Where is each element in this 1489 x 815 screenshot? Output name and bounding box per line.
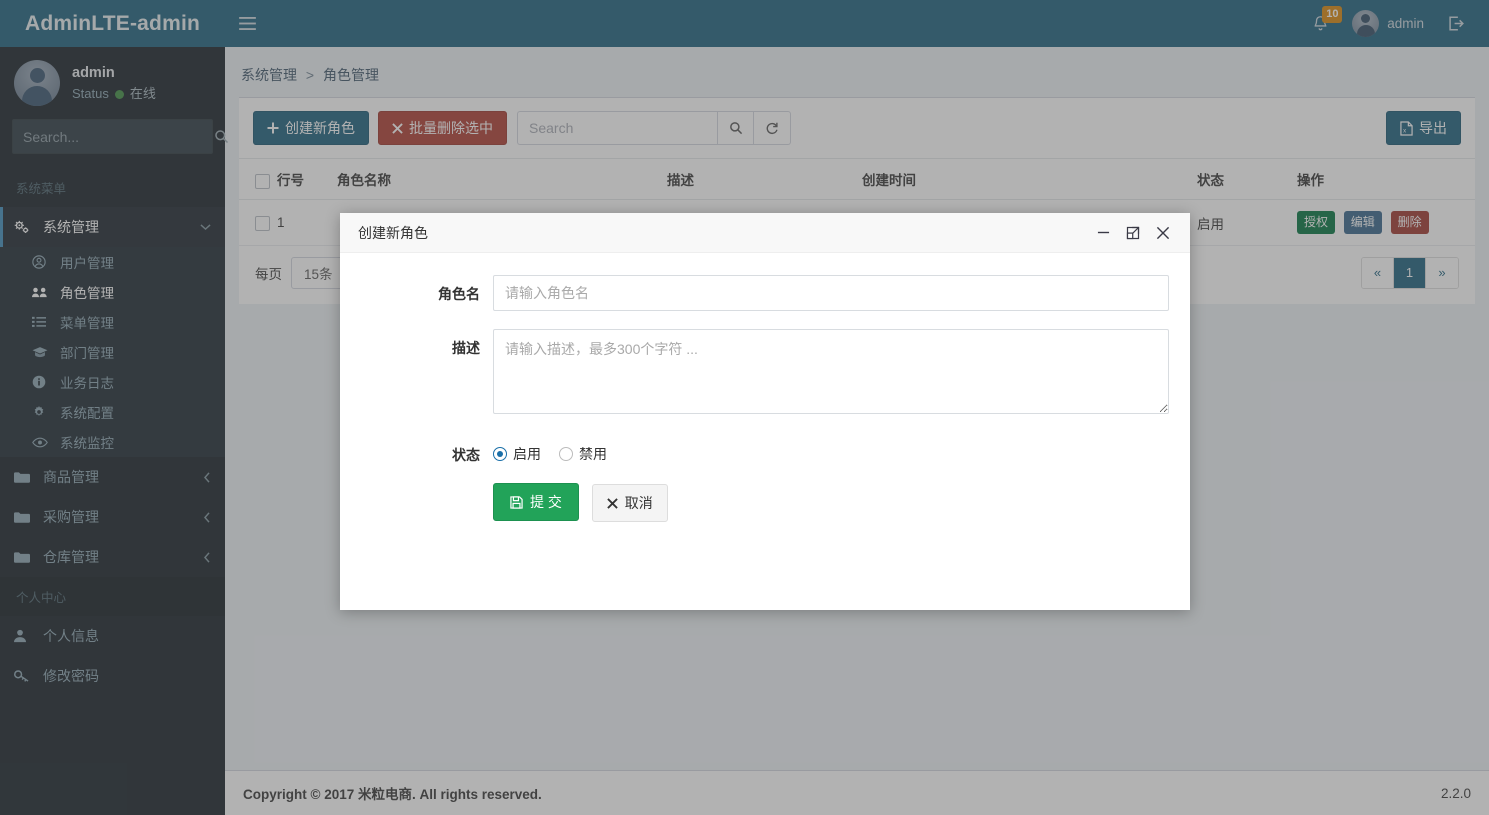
radio-enabled[interactable] [493, 447, 507, 461]
status-radio-group: 启用 禁用 [493, 435, 1169, 464]
modal-title: 创建新角色 [358, 224, 428, 241]
save-icon [510, 495, 523, 509]
submit-button[interactable]: 提 交 [493, 483, 579, 521]
close-icon[interactable] [1150, 220, 1176, 246]
label-role-name: 角色名 [438, 286, 480, 302]
times-icon [607, 497, 618, 509]
label-status: 状态 [452, 447, 480, 463]
field-role-name: 角色名 [340, 275, 1190, 311]
submit-label: 提 交 [530, 494, 562, 510]
label-description: 描述 [452, 340, 480, 356]
maximize-icon[interactable] [1120, 220, 1146, 246]
control-role-name [493, 275, 1180, 311]
modal-actions: 提 交 取消 [340, 483, 1190, 522]
actions-buttons: 提 交 取消 [493, 483, 1180, 522]
field-description: 描述 [340, 329, 1190, 417]
role-name-input[interactable] [493, 275, 1169, 311]
cancel-label: 取消 [624, 495, 653, 511]
app-root: AdminLTE-admin admin Status 在线 Search...… [0, 0, 1489, 815]
radio-disabled-label: 禁用 [579, 446, 607, 462]
minimize-icon[interactable] [1090, 220, 1116, 246]
field-status: 状态 启用 禁用 [340, 435, 1190, 465]
actions-spacer [340, 483, 493, 522]
modal-body: 角色名 描述 状态 启用 禁用 [340, 253, 1190, 610]
modal-window-controls [1090, 220, 1176, 246]
control-status: 启用 禁用 [493, 435, 1180, 465]
control-description [493, 329, 1180, 417]
create-role-modal: 创建新角色 角色名 请输入角色名 描述 请输入描述，最多300个字符 ... 状… [340, 213, 1190, 610]
radio-disabled[interactable] [559, 447, 573, 461]
modal-header[interactable]: 创建新角色 [340, 213, 1190, 253]
radio-enabled-label: 启用 [513, 446, 541, 462]
description-textarea[interactable] [493, 329, 1169, 414]
cancel-button[interactable]: 取消 [591, 484, 668, 522]
